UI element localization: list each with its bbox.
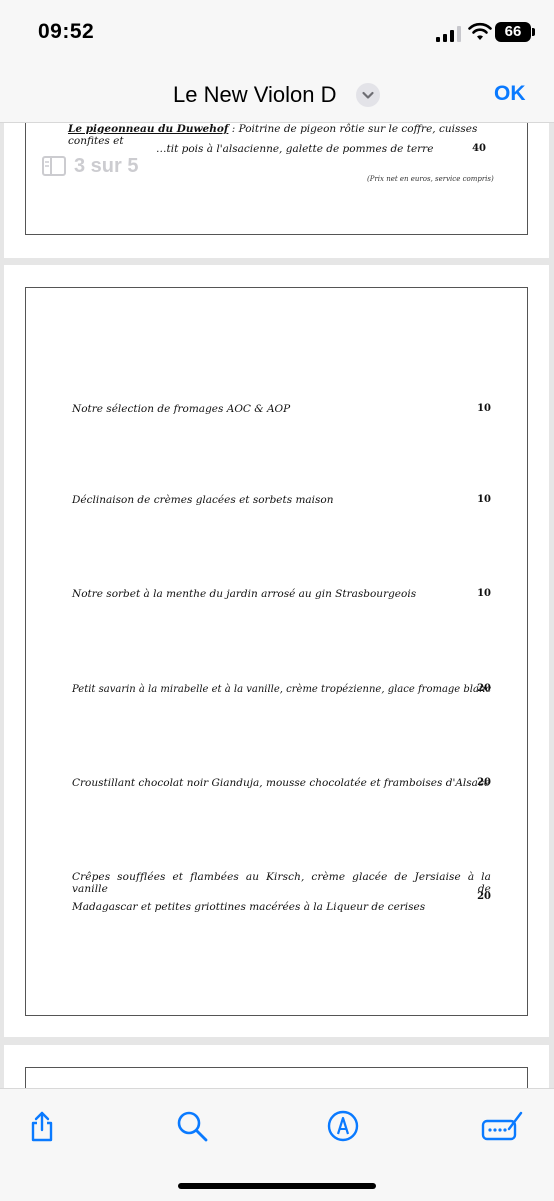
menu-item-text: Petit savarin à la mirabelle et à la van… xyxy=(72,684,492,695)
status-time: 09:52 xyxy=(38,20,95,43)
title-menu-button[interactable] xyxy=(356,83,380,107)
page-indicator-text: 3 sur 5 xyxy=(74,154,139,177)
pdf-page-next xyxy=(4,1045,549,1088)
pdf-page-current: Notre sélection de fromages AOC & AOP 10… xyxy=(4,265,549,1037)
dish-name: Le pigeonneau du Duwehof xyxy=(68,123,229,135)
menu-item: Notre sélection de fromages AOC & AOP 10 xyxy=(72,403,491,415)
home-indicator xyxy=(178,1183,376,1189)
menu-item-text: Notre sorbet à la menthe du jardin arros… xyxy=(72,588,417,600)
menu-item-price: 10 xyxy=(477,588,491,599)
menu-item-text: Notre sélection de fromages AOC & AOP xyxy=(72,403,291,415)
markup-icon[interactable] xyxy=(326,1109,360,1143)
wifi-icon xyxy=(468,22,492,40)
search-icon[interactable] xyxy=(175,1109,209,1143)
menu-item-text-line1: Crêpes soufflées et flambées au Kirsch, … xyxy=(72,871,491,895)
ok-button[interactable]: OK xyxy=(494,82,526,106)
page-indicator: 3 sur 5 xyxy=(42,151,138,181)
menu-item-price: 20 xyxy=(477,777,491,788)
menu-item: Déclinaison de crèmes glacées et sorbets… xyxy=(72,494,491,506)
menu-item: Notre sorbet à la menthe du jardin arros… xyxy=(72,588,491,600)
page-border xyxy=(25,1067,528,1088)
cellular-signal-icon xyxy=(436,26,461,42)
menu-item-price: 10 xyxy=(477,494,491,505)
navigation-bar: Le New Violon D OK xyxy=(0,62,554,123)
menu-item-price: 20 xyxy=(477,683,491,694)
share-icon[interactable] xyxy=(25,1109,59,1143)
menu-item-price: 20 xyxy=(477,891,491,902)
dish-desc-line2: …tit pois à l'alsacienne, galette de pom… xyxy=(156,143,434,155)
chevron-down-icon xyxy=(362,91,374,99)
status-bar: 09:52 66 xyxy=(0,0,554,62)
price-note: (Prix net en euros, service compris) xyxy=(367,175,494,183)
menu-item-text: Croustillant chocolat noir Gianduja, mou… xyxy=(72,777,491,789)
battery-tip xyxy=(532,28,535,36)
dish-desc-line2-row: …tit pois à l'alsacienne, galette de pom… xyxy=(156,143,486,155)
menu-item-text-line2: Madagascar et petites griottines macérée… xyxy=(72,901,426,913)
sidebar-icon xyxy=(42,156,66,176)
menu-item: Croustillant chocolat noir Gianduja, mou… xyxy=(72,777,491,789)
battery-indicator: 66 xyxy=(495,22,531,42)
menu-item: Crêpes soufflées et flambées au Kirsch, … xyxy=(72,871,491,913)
document-viewer[interactable]: Le pigeonneau du Duwehof : Poitrine de p… xyxy=(0,123,554,1088)
menu-item-text: Déclinaison de crèmes glacées et sorbets… xyxy=(72,494,334,506)
menu-item: Petit savarin à la mirabelle et à la van… xyxy=(72,683,491,695)
dish-price: 40 xyxy=(472,143,486,154)
document-title[interactable]: Le New Violon D xyxy=(173,82,336,108)
menu-item-price: 10 xyxy=(477,403,491,414)
pdf-page-previous: Le pigeonneau du Duwehof : Poitrine de p… xyxy=(4,123,549,258)
keyboard-icon[interactable] xyxy=(481,1109,523,1143)
